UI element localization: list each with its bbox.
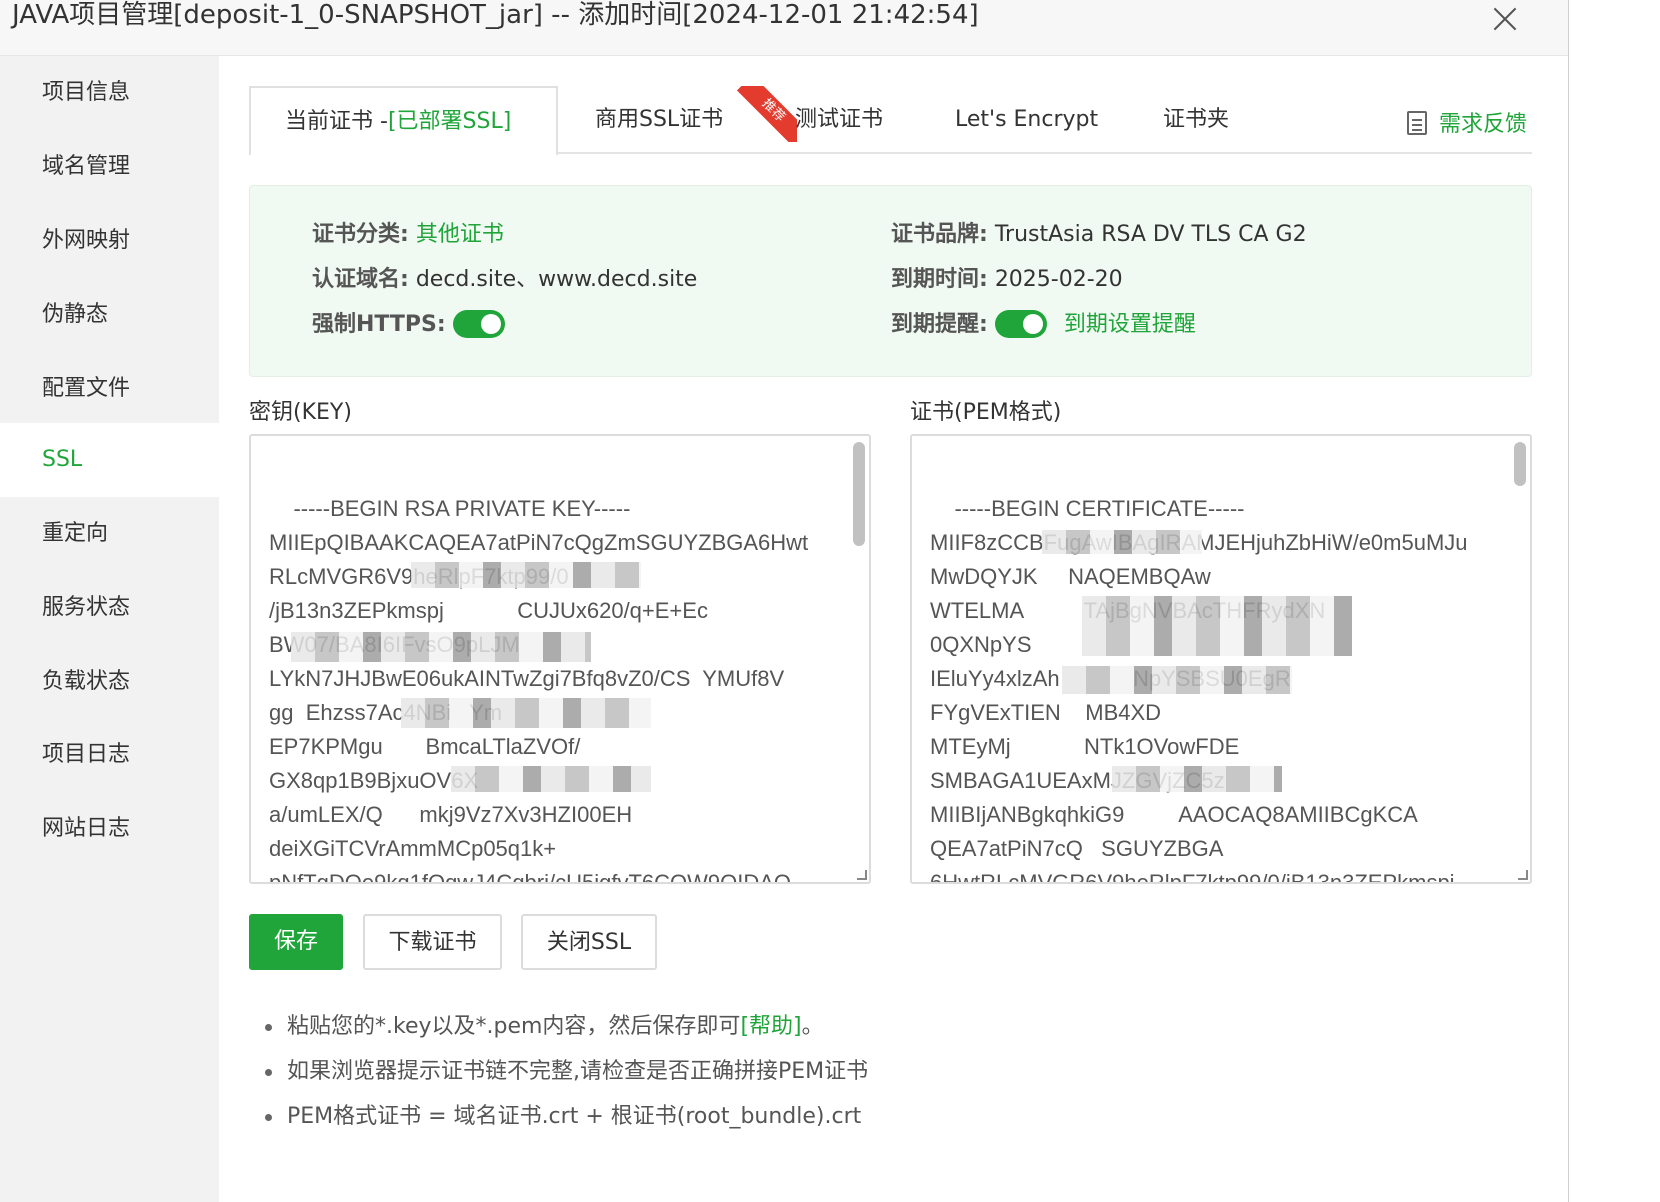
close-icon[interactable] xyxy=(1490,4,1520,34)
tab-commercial-ssl[interactable]: 商用SSL证书 xyxy=(595,86,723,154)
ssl-deployed-status: [已部署SSL] xyxy=(387,109,512,134)
sidebar-item-site-log[interactable]: 网站日志 xyxy=(0,792,219,866)
dialog-title: JAVA项目管理[deposit-1_0-SNAPSHOT_jar] -- 添加… xyxy=(12,0,979,30)
feedback-label: 需求反馈 xyxy=(1439,112,1528,137)
cert-info-panel: 证书分类: 其他证书 证书品牌: TrustAsia RSA DV TLS CA… xyxy=(249,185,1532,377)
cert-category-row: 证书分类: 其他证书 xyxy=(312,220,504,250)
cert-expire-row: 到期时间: 2025-02-20 xyxy=(891,265,1123,295)
ssl-tabs: 当前证书 -[已部署SSL] 商用SSL证书 推荐 测试证书 Let's Enc… xyxy=(249,86,1532,156)
redaction-mosaic xyxy=(1042,530,1202,554)
tip-chain-incomplete: 如果浏览器提示证书链不完整,请检查是否正确拼接PEM证书 xyxy=(259,1049,868,1094)
tip-paste-key-text: 粘贴您的*.key以及*.pem内容，然后保存即可 xyxy=(287,1014,741,1039)
tab-cert-folder[interactable]: 证书夹 xyxy=(1163,86,1229,154)
cert-domain-row: 认证域名: decd.site、www.decd.site xyxy=(312,265,697,295)
expire-remind-toggle[interactable] xyxy=(994,310,1047,338)
private-key-textarea[interactable]: -----BEGIN RSA PRIVATE KEY----- MIIEpQIB… xyxy=(249,434,871,884)
tab-lets-encrypt[interactable]: Let's Encrypt xyxy=(955,86,1098,154)
cert-brand-row: 证书品牌: TrustAsia RSA DV TLS CA G2 xyxy=(891,220,1307,250)
help-tips: 粘贴您的*.key以及*.pem内容，然后保存即可[帮助]。 如果浏览器提示证书… xyxy=(259,1004,868,1139)
redaction-mosaic xyxy=(401,698,651,728)
cert-category-label: 证书分类: xyxy=(312,222,409,247)
recommend-ribbon-text: 推荐 xyxy=(737,86,797,142)
tip-paste-key: 粘贴您的*.key以及*.pem内容，然后保存即可[帮助]。 xyxy=(259,1004,868,1049)
sidebar-item-service-status[interactable]: 服务状态 xyxy=(0,571,219,645)
cert-field-label: 证书(PEM格式) xyxy=(910,400,1062,425)
cert-resize-handle[interactable] xyxy=(1518,870,1528,880)
force-https-label: 强制HTTPS: xyxy=(312,312,446,337)
redaction-mosaic xyxy=(1112,766,1282,792)
help-link[interactable]: [帮助] xyxy=(740,1014,801,1039)
expire-remind-setting-link[interactable]: 到期设置提醒 xyxy=(1064,312,1196,337)
save-button[interactable]: 保存 xyxy=(249,914,343,970)
cert-category-value: 其他证书 xyxy=(415,222,504,247)
tip-paste-key-end: 。 xyxy=(801,1014,824,1039)
redaction-mosaic xyxy=(291,632,591,662)
key-scrollbar[interactable] xyxy=(853,442,865,546)
force-https-row: 强制HTTPS: xyxy=(312,310,505,340)
cert-brand-label: 证书品牌: xyxy=(891,222,988,247)
tab-test-cert[interactable]: 测试证书 xyxy=(795,86,883,154)
sidebar-item-rewrite[interactable]: 伪静态 xyxy=(0,278,219,352)
redaction-mosaic xyxy=(1082,596,1352,656)
sidebar-item-project-log[interactable]: 项目日志 xyxy=(0,718,219,792)
sidebar-item-redirect[interactable]: 重定向 xyxy=(0,497,219,571)
cert-domain-label: 认证域名: xyxy=(312,267,409,292)
dialog-titlebar: JAVA项目管理[deposit-1_0-SNAPSHOT_jar] -- 添加… xyxy=(0,0,1568,56)
redaction-mosaic xyxy=(451,766,651,792)
sidebar: 项目信息 域名管理 外网映射 伪静态 配置文件 SSL 重定向 服务状态 负载状… xyxy=(0,56,219,1202)
expire-remind-label: 到期提醒: xyxy=(891,312,988,337)
tab-current-cert[interactable]: 当前证书 -[已部署SSL] xyxy=(249,86,558,156)
cert-brand-value: TrustAsia RSA DV TLS CA G2 xyxy=(994,222,1307,247)
sidebar-item-config-file[interactable]: 配置文件 xyxy=(0,352,219,426)
cert-domain-value: decd.site、www.decd.site xyxy=(415,267,698,292)
certificate-textarea[interactable]: -----BEGIN CERTIFICATE----- MIIF8zCCBFug… xyxy=(910,434,1532,884)
sidebar-item-load-status[interactable]: 负载状态 xyxy=(0,645,219,719)
sidebar-item-project-info[interactable]: 项目信息 xyxy=(0,56,219,130)
force-https-toggle[interactable] xyxy=(452,310,505,338)
tip-pem-format: PEM格式证书 = 域名证书.crt + 根证书(root_bundle).cr… xyxy=(259,1094,868,1139)
feedback-link[interactable]: 需求反馈 xyxy=(1407,106,1527,138)
background-window-edge xyxy=(1568,0,1660,1202)
redaction-mosaic xyxy=(1062,666,1292,694)
sidebar-item-external-mapping[interactable]: 外网映射 xyxy=(0,204,219,278)
cert-expire-label: 到期时间: xyxy=(891,267,988,292)
close-ssl-button[interactable]: 关闭SSL xyxy=(521,914,657,970)
private-key-content: -----BEGIN RSA PRIVATE KEY----- MIIEpQIB… xyxy=(269,496,809,884)
key-resize-handle[interactable] xyxy=(857,870,867,880)
expire-remind-row: 到期提醒: 到期设置提醒 xyxy=(891,310,1196,340)
cert-expire-value: 2025-02-20 xyxy=(994,267,1123,292)
redaction-mosaic xyxy=(411,562,641,588)
tab-current-cert-label: 当前证书 - xyxy=(285,109,388,134)
cert-scrollbar[interactable] xyxy=(1514,442,1526,486)
download-cert-button[interactable]: 下载证书 xyxy=(363,914,502,970)
key-field-label: 密钥(KEY) xyxy=(249,400,352,425)
main-panel: 当前证书 -[已部署SSL] 商用SSL证书 推荐 测试证书 Let's Enc… xyxy=(219,56,1568,1202)
feedback-icon xyxy=(1407,111,1427,135)
sidebar-item-domain[interactable]: 域名管理 xyxy=(0,130,219,204)
sidebar-item-ssl[interactable]: SSL xyxy=(0,423,219,497)
recommend-ribbon: 推荐 xyxy=(737,86,797,142)
